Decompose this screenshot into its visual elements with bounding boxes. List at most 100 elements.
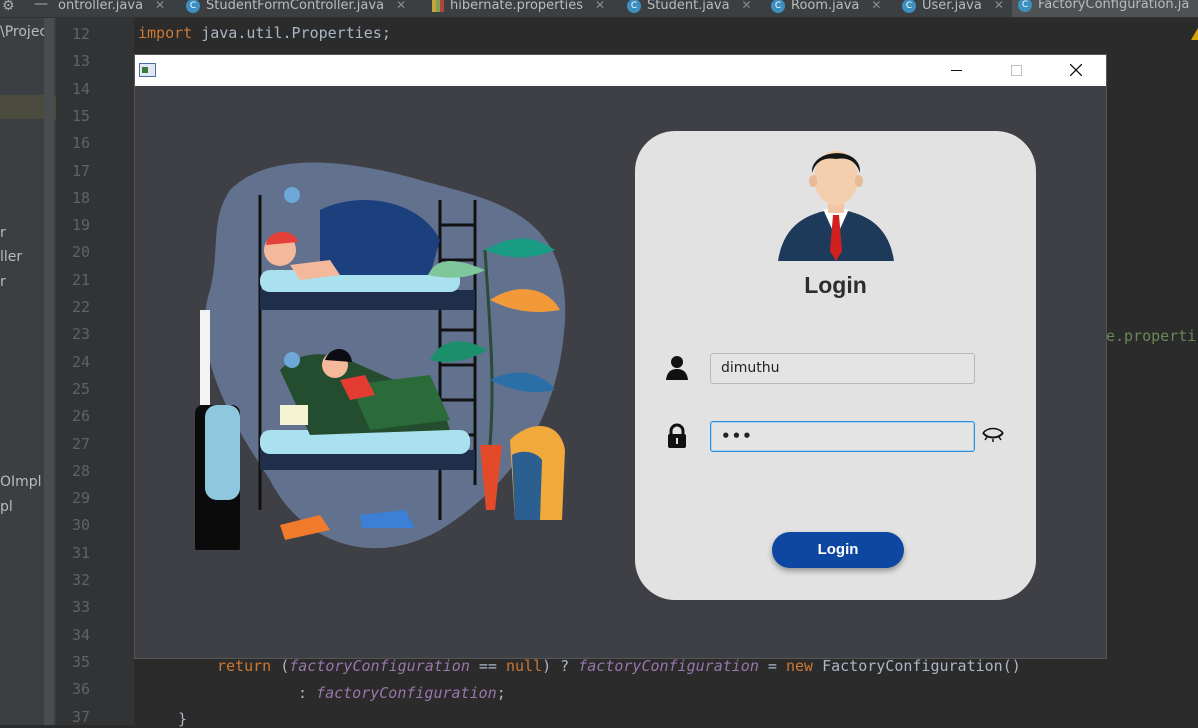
field-ref: factoryConfiguration <box>316 684 497 702</box>
code-text: == <box>469 657 506 675</box>
close-tab-icon[interactable]: ✕ <box>155 0 165 12</box>
properties-icon <box>432 0 444 12</box>
eye-closed-icon[interactable] <box>981 426 1005 446</box>
java-app-icon <box>139 63 156 77</box>
hostel-illustration <box>195 162 566 550</box>
line-number: 23 <box>71 325 90 344</box>
line-number: 25 <box>71 379 90 398</box>
tab-label: ontroller.java <box>58 0 144 13</box>
code-text: ( <box>271 657 290 675</box>
keyword: import <box>138 24 193 42</box>
maximize-icon <box>1011 65 1022 76</box>
login-title: Login <box>804 272 867 298</box>
window-title-bar[interactable] <box>135 55 1106 86</box>
close-button[interactable] <box>1053 55 1099 86</box>
code-text: ) ? <box>542 657 579 675</box>
project-item[interactable]: OImpl <box>0 474 42 490</box>
close-tab-icon[interactable]: ✕ <box>742 0 752 12</box>
class-icon: C <box>1018 0 1032 12</box>
line-number: 12 <box>71 25 90 43</box>
project-item[interactable]: ller <box>0 249 22 265</box>
code-text: java.util.Properties; <box>192 24 391 42</box>
minimize-panel-icon[interactable]: — <box>34 0 48 12</box>
line-number: 20 <box>71 243 90 262</box>
code-text: ; <box>496 684 506 702</box>
keyword: null <box>506 657 543 675</box>
username-input[interactable]: dimuthu <box>710 353 975 384</box>
user-icon <box>666 356 688 380</box>
tab-label: User.java <box>922 0 982 13</box>
line-number: 34 <box>71 625 90 644</box>
line-number: 36 <box>71 680 90 699</box>
tab-label: hibernate.properties <box>450 0 583 13</box>
line-number: 27 <box>71 434 90 453</box>
line-number: 31 <box>71 543 90 562</box>
close-icon <box>1070 64 1082 76</box>
line-number: 30 <box>71 516 90 535</box>
class-icon: C <box>902 0 916 13</box>
class-icon: C <box>627 0 641 13</box>
project-item[interactable]: pl <box>0 499 13 515</box>
project-item[interactable]: r <box>0 225 6 241</box>
tab-label: Room.java <box>791 0 860 13</box>
line-number-gutter: 12 13 14 15 16 17 18 19 20 21 22 23 24 25 26 27 28 29 30 31… <box>56 18 134 726</box>
keyword: new <box>785 657 814 675</box>
close-tab-icon[interactable]: ✕ <box>595 0 605 12</box>
close-tab-icon[interactable]: ✕ <box>871 0 881 12</box>
code-text: FactoryConfiguration() <box>813 657 1021 675</box>
minimize-icon <box>951 70 962 71</box>
scrollbar[interactable] <box>44 18 54 725</box>
line-number: 35 <box>71 652 90 671</box>
line-number: 13 <box>71 52 90 71</box>
line-number: 21 <box>71 270 90 289</box>
field-ref: factoryConfiguration <box>289 657 470 675</box>
project-panel: \Project r ller r OImpl pl <box>0 18 56 725</box>
code-line-35: return (factoryConfiguration == null) ? … <box>217 657 1021 675</box>
class-icon: C <box>186 0 200 13</box>
line-number: 15 <box>71 106 90 125</box>
line-number: 22 <box>71 298 90 316</box>
keyword: return <box>217 657 272 675</box>
line-number: 24 <box>71 352 90 371</box>
field-ref: factoryConfiguration <box>578 657 759 675</box>
lock-icon <box>668 423 686 448</box>
maximize-button[interactable] <box>994 55 1040 86</box>
line-number: 16 <box>71 134 90 153</box>
line-number: 29 <box>71 489 90 508</box>
password-input[interactable]: ••• <box>710 421 975 452</box>
code-text: : <box>298 684 317 702</box>
line-number: 19 <box>71 216 90 235</box>
user-avatar <box>778 151 894 261</box>
gear-icon[interactable]: ⚙ <box>2 0 15 14</box>
tab-controller[interactable]: ontroller.java ✕ <box>58 0 165 17</box>
line-number: 37 <box>71 707 90 726</box>
tab-studentformcontroller[interactable]: C StudentFormController.java ✕ <box>186 0 406 17</box>
code-line-12: import java.util.Properties; <box>138 24 391 42</box>
tab-label: Student.java <box>647 0 730 13</box>
login-window: Login dimuthu ••• Login <box>135 55 1106 658</box>
tab-factoryconfiguration[interactable]: C FactoryConfiguration.ja <box>1012 0 1198 17</box>
warning-icon[interactable] <box>1191 28 1198 40</box>
tab-user[interactable]: C User.java ✕ <box>902 0 1004 17</box>
close-tab-icon[interactable]: ✕ <box>994 0 1004 12</box>
editor-tab-bar: ⚙ — ontroller.java ✕ C StudentFormControll… <box>0 0 1198 18</box>
tab-label: StudentFormController.java <box>206 0 385 13</box>
code-line-37: } <box>178 710 188 728</box>
close-tab-icon[interactable]: ✕ <box>396 0 406 12</box>
class-icon: C <box>771 0 785 13</box>
line-number: 33 <box>71 598 90 617</box>
code-line-36: : factoryConfiguration; <box>298 684 506 702</box>
line-number: 14 <box>71 79 90 98</box>
tab-room[interactable]: C Room.java ✕ <box>771 0 881 17</box>
code-fragment: e.properti <box>1106 327 1197 345</box>
tab-label: FactoryConfiguration.ja <box>1038 0 1190 12</box>
tab-student[interactable]: C Student.java ✕ <box>627 0 752 17</box>
minimize-button[interactable] <box>933 55 979 86</box>
login-button[interactable]: Login <box>772 532 904 568</box>
project-item[interactable]: r <box>0 274 6 290</box>
tab-hibernate-properties[interactable]: hibernate.properties ✕ <box>432 0 605 17</box>
line-number: 18 <box>71 188 90 207</box>
login-card: Login dimuthu ••• Login <box>635 131 1036 600</box>
line-number: 32 <box>71 571 90 589</box>
line-number: 17 <box>71 161 90 180</box>
